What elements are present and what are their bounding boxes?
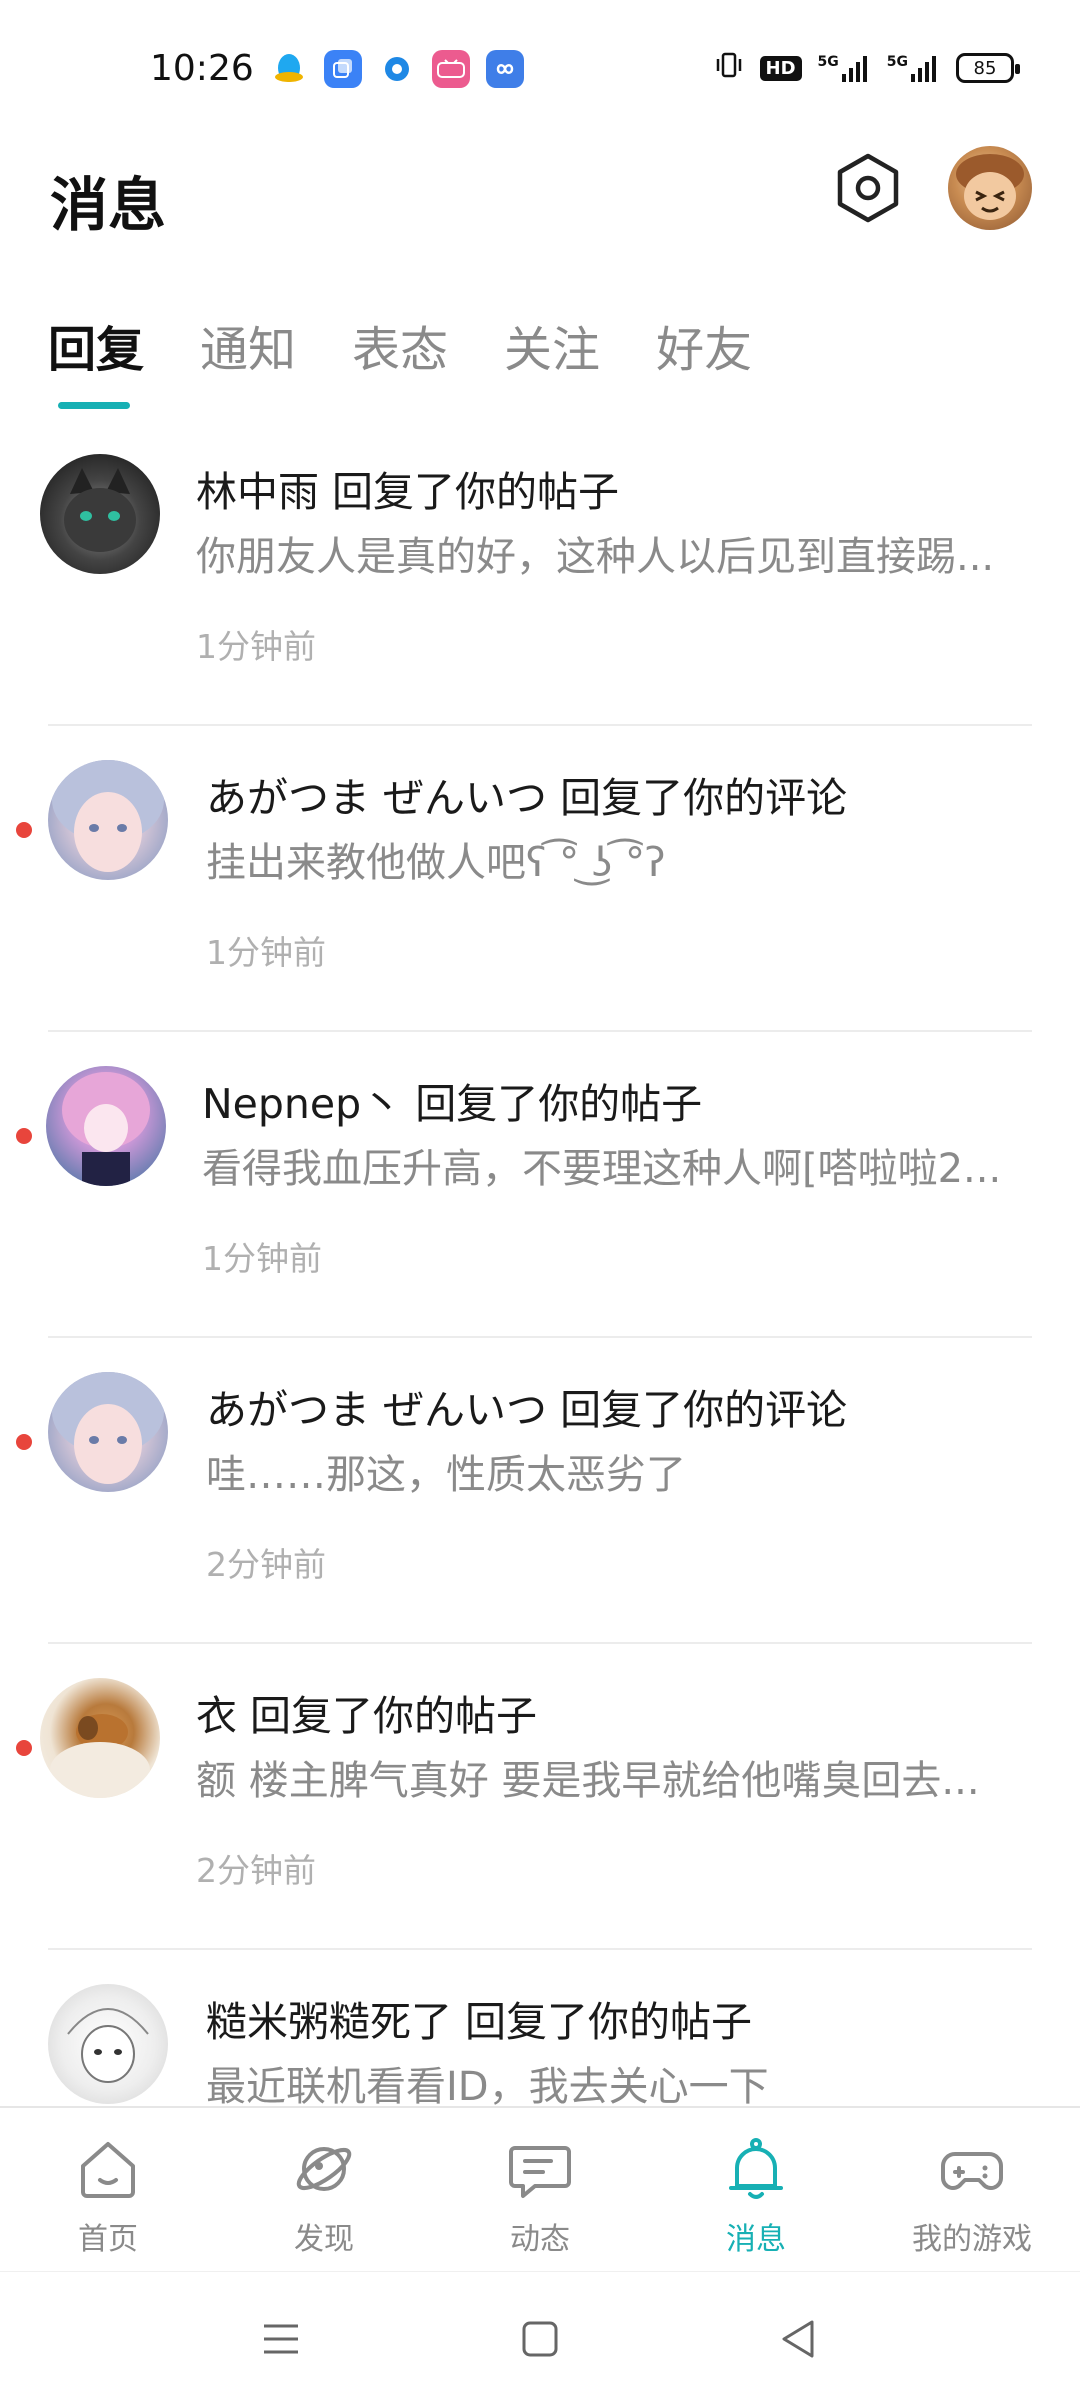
tab-reply[interactable]: 回复 (48, 310, 144, 410)
tab-notify[interactable]: 通知 (200, 310, 296, 410)
nav-messages[interactable]: 消息 (648, 2108, 864, 2273)
tab-follow[interactable]: 关注 (504, 310, 600, 410)
notification-icons (270, 50, 524, 88)
multi-window-icon (324, 50, 362, 88)
discover-icon (296, 2147, 352, 2191)
bottom-nav: 首页 发现 动态 消息 我的游戏 (0, 2106, 1080, 2271)
bilibili-icon (432, 50, 470, 88)
signal-1: 5G (818, 54, 871, 82)
message-body: 你朋友人是真的好，这种人以后见到直接踢... (196, 534, 995, 580)
status-right: HD 5G 5G 85 (714, 50, 1020, 86)
message-body: 哇……那这，性质太恶劣了 (206, 1452, 686, 1498)
message-item[interactable]: 糙米粥糙死了 回复了你的帖子 最近联机看看ID，我去关心一下 (0, 1950, 1080, 2110)
message-body: 额 楼主脾气真好 要是我早就给他嘴臭回去... (196, 1758, 980, 1804)
sender-avatar[interactable] (48, 760, 168, 880)
nav-label: 我的游戏 (912, 2222, 1032, 2257)
system-nav-bar (0, 2271, 1080, 2400)
user-avatar[interactable] (948, 146, 1032, 230)
nav-home[interactable]: 首页 (0, 2108, 216, 2273)
message-title: 林中雨 回复了你的帖子 (196, 468, 620, 516)
status-bar: 10:26 HD 5G 5G 85 (0, 0, 1080, 142)
hd-badge: HD (759, 55, 802, 81)
home-square-icon[interactable] (515, 2314, 565, 2364)
message-body: 挂出来教他做人吧ʕ ͡° ͜ʖ ͡°ʔ (206, 840, 666, 886)
signal-bars-icon (841, 56, 867, 82)
nav-label: 动态 (510, 2222, 570, 2257)
message-item[interactable]: あがつま ぜんいつ 回复了你的评论 挂出来教他做人吧ʕ ͡° ͜ʖ ͡°ʔ 1分… (0, 726, 1080, 1032)
message-title: あがつま ぜんいつ 回复了你的评论 (206, 1386, 848, 1434)
message-title: 衣 回复了你的帖子 (196, 1692, 538, 1740)
unread-dot (16, 822, 32, 838)
status-time: 10:26 (150, 48, 254, 89)
message-item[interactable]: 衣 回复了你的帖子 额 楼主脾气真好 要是我早就给他嘴臭回去... 2分钟前 (0, 1644, 1080, 1950)
page-title: 消息 (50, 171, 167, 239)
sender-avatar[interactable] (40, 454, 160, 574)
sender-avatar[interactable] (48, 1372, 168, 1492)
feed-icon (509, 2146, 571, 2198)
battery-indicator: 85 (956, 53, 1020, 83)
bell-icon (729, 2138, 783, 2199)
hexagon-settings-icon (837, 153, 899, 223)
message-time: 2分钟前 (196, 1851, 316, 1890)
settings-button[interactable] (832, 152, 904, 224)
message-time: 1分钟前 (196, 627, 316, 666)
message-title: あがつま ぜんいつ 回复了你的评论 (206, 774, 848, 822)
message-item[interactable]: Nepnep丶 回复了你的帖子 看得我血压升高，不要理这种人啊[嗒啦啦2... … (0, 1032, 1080, 1338)
message-time: 1分钟前 (202, 1239, 322, 1278)
unread-dot (16, 1128, 32, 1144)
unread-dot (16, 1434, 32, 1450)
dot-app-icon (378, 50, 416, 88)
message-list: 林中雨 回复了你的帖子 你朋友人是真的好，这种人以后见到直接踢... 1分钟前 … (0, 420, 1080, 2110)
message-title: 糙米粥糙死了 回复了你的帖子 (206, 1998, 753, 2046)
sender-avatar[interactable] (46, 1066, 166, 1186)
unread-dot (16, 1740, 32, 1756)
sender-avatar[interactable] (48, 1984, 168, 2104)
home-icon (81, 2142, 135, 2198)
message-time: 2分钟前 (206, 1545, 326, 1584)
signal-bars-icon (911, 56, 936, 82)
menu-icon[interactable] (256, 2314, 306, 2364)
nav-feed[interactable]: 动态 (432, 2108, 648, 2273)
message-item[interactable]: 林中雨 回复了你的帖子 你朋友人是真的好，这种人以后见到直接踢... 1分钟前 (0, 420, 1080, 726)
message-item[interactable]: あがつま ぜんいつ 回复了你的评论 哇……那这，性质太恶劣了 2分钟前 (0, 1338, 1080, 1644)
message-body: 最近联机看看ID，我去关心一下 (206, 2064, 769, 2110)
nav-label: 消息 (726, 2222, 786, 2257)
nav-discover[interactable]: 发现 (216, 2108, 432, 2273)
signal-2: 5G (887, 54, 940, 82)
message-tabs: 回复 通知 表态 关注 好友 (48, 310, 808, 410)
active-tab-indicator (58, 402, 130, 409)
nav-label: 发现 (294, 2222, 354, 2257)
infinity-app-icon (486, 50, 524, 88)
message-time: 1分钟前 (206, 933, 326, 972)
tab-friends[interactable]: 好友 (656, 310, 752, 410)
sender-avatar[interactable] (40, 1678, 160, 1798)
qq-icon (270, 50, 308, 88)
message-body: 看得我血压升高，不要理这种人啊[嗒啦啦2... (202, 1146, 1002, 1192)
message-title: Nepnep丶 回复了你的帖子 (202, 1080, 703, 1128)
nav-label: 首页 (78, 2222, 138, 2257)
back-triangle-icon[interactable] (774, 2314, 824, 2364)
gamepad-icon (941, 2152, 1003, 2190)
nav-my-games[interactable]: 我的游戏 (864, 2108, 1080, 2273)
tab-reactions[interactable]: 表态 (352, 310, 448, 410)
vibrate-icon (714, 50, 744, 86)
